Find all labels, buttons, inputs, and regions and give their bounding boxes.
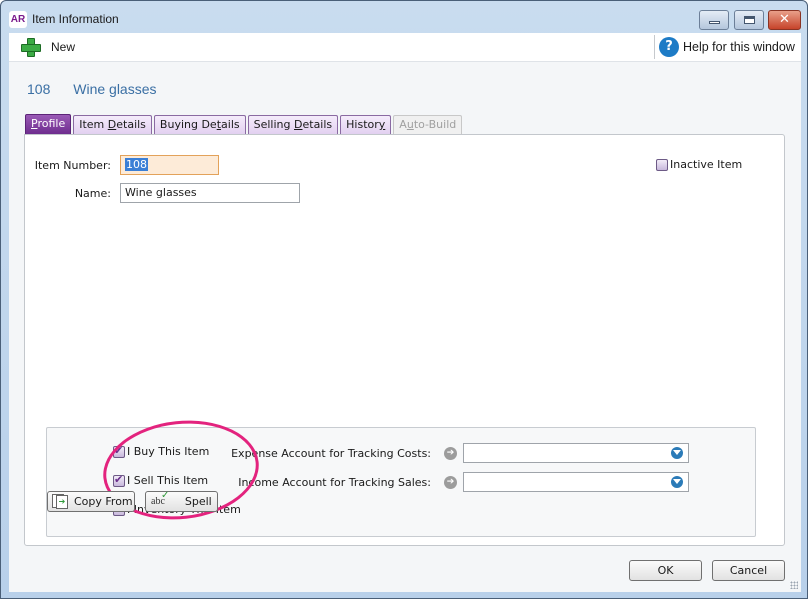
close-button[interactable]: ✕ bbox=[768, 10, 801, 30]
chevron-down-icon bbox=[671, 476, 683, 488]
checkbox-box bbox=[113, 444, 125, 458]
name-field[interactable]: Wine glasses bbox=[120, 183, 300, 203]
minimize-button[interactable] bbox=[699, 10, 729, 30]
cancel-button[interactable]: Cancel bbox=[712, 560, 785, 581]
ok-label: OK bbox=[657, 564, 674, 577]
close-icon: ✕ bbox=[779, 12, 790, 27]
inactive-item-label: Inactive Item bbox=[670, 158, 743, 171]
maximize-button[interactable] bbox=[734, 10, 764, 30]
income-account-select[interactable] bbox=[463, 472, 689, 492]
accounts-group: I Buy This Item I Sell This Item I Inven… bbox=[46, 427, 756, 537]
resize-grip[interactable] bbox=[790, 581, 798, 589]
heading-item-name: Wine glasses bbox=[73, 81, 157, 97]
sell-item-label: I Sell This Item bbox=[127, 474, 209, 487]
new-label: New bbox=[51, 40, 76, 54]
toolbar-divider bbox=[654, 35, 655, 59]
tab-buying-details[interactable]: Buying Details bbox=[153, 115, 246, 134]
maximize-icon bbox=[744, 16, 755, 24]
help-question-icon: ? bbox=[659, 37, 679, 57]
chevron-down-icon bbox=[671, 447, 683, 459]
new-button[interactable]: New bbox=[19, 36, 75, 58]
spell-check-icon: abc bbox=[151, 490, 169, 507]
tab-item-details[interactable]: Item Details bbox=[73, 115, 152, 134]
income-account-label: Income Account for Tracking Sales: bbox=[238, 476, 431, 489]
copy-from-label: Copy From bbox=[74, 495, 133, 508]
heading-item-number: 108 bbox=[27, 81, 51, 97]
tab-profile[interactable]: Profile bbox=[25, 114, 72, 134]
toolbar: New ? Help for this window bbox=[9, 33, 801, 62]
title-bar: AR Item Information ✕ bbox=[1, 1, 807, 33]
item-number-value: 108 bbox=[125, 158, 148, 171]
ok-button[interactable]: OK bbox=[629, 560, 702, 581]
item-number-field[interactable]: 108 bbox=[120, 155, 219, 175]
checkbox-box bbox=[113, 473, 125, 487]
inactive-item-checkbox[interactable]: Inactive Item bbox=[656, 158, 742, 171]
tab-history[interactable]: History bbox=[340, 115, 392, 134]
tab-auto-build: Auto-Build bbox=[393, 115, 463, 134]
copy-from-button[interactable]: Copy From bbox=[47, 491, 135, 512]
cancel-label: Cancel bbox=[729, 564, 768, 577]
sell-item-checkbox[interactable]: I Sell This Item bbox=[113, 473, 209, 487]
expense-account-select[interactable] bbox=[463, 443, 689, 463]
item-number-label: Item Number: bbox=[34, 159, 111, 172]
plus-icon bbox=[19, 36, 41, 58]
buy-item-checkbox[interactable]: I Buy This Item bbox=[113, 444, 210, 458]
tab-bar: Profile Item Details Buying Details Selling… bbox=[25, 114, 464, 134]
expense-account-arrow-icon[interactable]: ➔ bbox=[444, 447, 457, 460]
spell-button[interactable]: abc Spell bbox=[145, 490, 218, 512]
item-information-window: AR Item Information ✕ New ? Help for thi… bbox=[0, 0, 808, 599]
item-heading: 108 Wine glasses bbox=[27, 81, 157, 97]
tab-selling-details[interactable]: Selling Details bbox=[247, 115, 339, 134]
app-logo-icon: AR bbox=[9, 11, 27, 28]
expense-account-label: Expense Account for Tracking Costs: bbox=[231, 447, 431, 460]
copy-icon bbox=[52, 494, 68, 509]
minimize-icon bbox=[709, 21, 720, 24]
window-title: Item Information bbox=[32, 12, 119, 26]
buy-item-label: I Buy This Item bbox=[127, 445, 210, 458]
help-button[interactable]: ? Help for this window bbox=[659, 37, 795, 57]
content-area: 108 Wine glasses Profile Item Details Buyi… bbox=[9, 62, 801, 592]
name-label: Name: bbox=[74, 187, 111, 200]
income-account-arrow-icon[interactable]: ➔ bbox=[444, 476, 457, 489]
spell-label: Spell bbox=[184, 495, 212, 508]
checkbox-box bbox=[656, 158, 668, 171]
profile-panel: Item Number: 108 Name: Wine glasses Inac… bbox=[24, 134, 785, 546]
help-label: Help for this window bbox=[683, 40, 795, 54]
